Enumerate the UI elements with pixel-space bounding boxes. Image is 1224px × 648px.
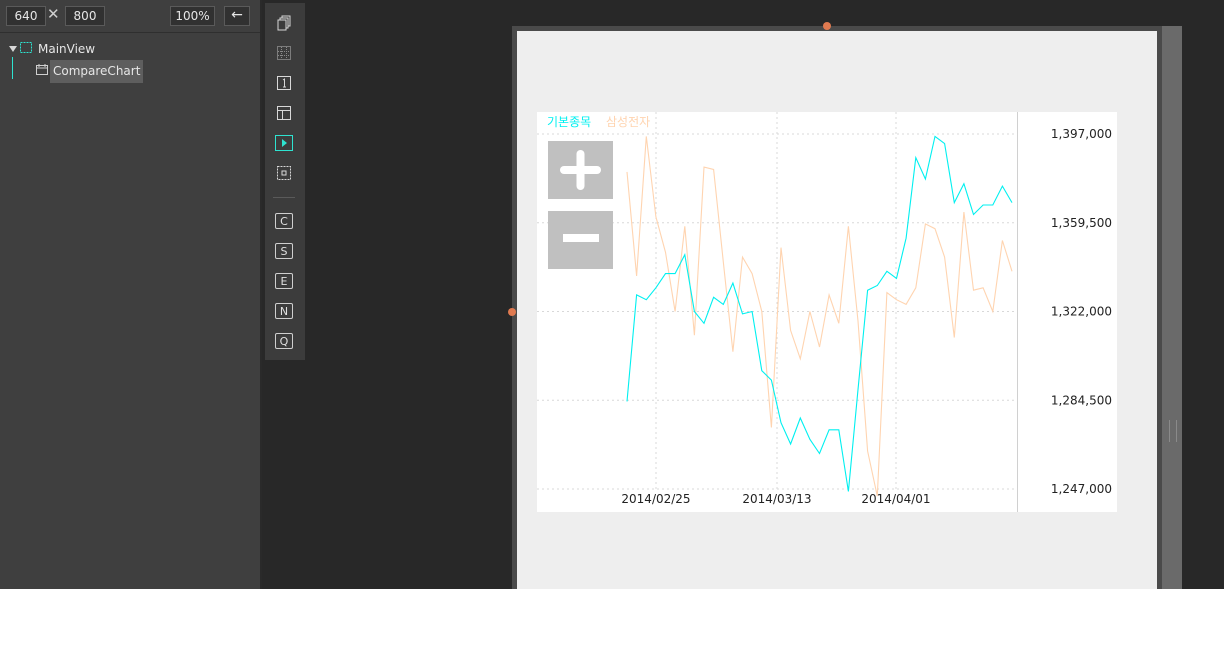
play-icon[interactable]	[275, 135, 293, 151]
scroll-grip-icon[interactable]	[1169, 420, 1177, 442]
y-tick-label: 1,284,500	[1051, 393, 1112, 407]
tree-connector	[12, 57, 13, 79]
y-tick-label: 1,359,500	[1051, 216, 1112, 230]
resize-handle-left[interactable]	[508, 308, 516, 316]
tool-strip: C S E N Q	[265, 3, 305, 360]
layers-icon[interactable]	[275, 15, 293, 31]
number-one-icon[interactable]	[275, 75, 293, 91]
back-button[interactable]: ←	[224, 6, 250, 26]
y-tick-label: 1,397,000	[1051, 127, 1112, 141]
times-sign: ✕	[47, 5, 60, 23]
minus-icon	[563, 234, 599, 242]
view-icon	[20, 42, 32, 53]
outline-panel: 640 ✕ 800 100% ← MainView CompareChart	[0, 0, 262, 589]
tool-e-button[interactable]: E	[275, 273, 293, 289]
tool-s-button[interactable]: S	[275, 243, 293, 259]
tree-item-mainview[interactable]: MainView	[38, 42, 95, 56]
series-line-base	[626, 135, 1013, 492]
height-input[interactable]: 800	[65, 6, 105, 26]
editor-app: 640 ✕ 800 100% ← MainView CompareChart C…	[0, 0, 1224, 589]
vertical-scrollbar[interactable]	[1162, 26, 1182, 589]
collapse-arrow-icon[interactable]	[9, 46, 17, 52]
tool-q-button[interactable]: Q	[275, 333, 293, 349]
x-tick-label: 2014/04/01	[861, 492, 930, 506]
width-input[interactable]: 640	[6, 6, 46, 26]
x-tick-label: 2014/03/13	[742, 492, 811, 506]
y-tick-label: 1,247,000	[1051, 482, 1112, 496]
toolbar-divider	[273, 197, 295, 198]
legend-compare-label: 삼성전자	[606, 115, 650, 129]
tree-item-label: MainView	[38, 42, 96, 56]
legend-base-label: 기본종목	[547, 115, 591, 129]
x-tick-label: 2014/02/25	[621, 492, 690, 506]
plus-icon	[560, 150, 601, 190]
tool-n-button[interactable]: N	[275, 303, 293, 319]
layout-icon[interactable]	[275, 105, 293, 121]
chart-svg: 1,397,000 1,359,500 1,322,000 1,284,500 1,24…	[537, 112, 1112, 512]
back-arrow-icon: ←	[231, 7, 243, 23]
size-toolbar: 640 ✕ 800 100% ←	[0, 0, 260, 33]
zoom-out-button[interactable]	[548, 211, 613, 269]
chart-component-icon	[36, 64, 48, 75]
resize-handle-top[interactable]	[823, 22, 831, 30]
select-box-icon[interactable]	[275, 165, 293, 181]
zoom-input[interactable]: 100%	[170, 6, 215, 26]
tree-item-label: CompareChart	[53, 64, 141, 78]
tool-c-button[interactable]: C	[275, 213, 293, 229]
zoom-in-button[interactable]	[548, 141, 613, 199]
y-tick-label: 1,322,000	[1051, 305, 1112, 319]
tree-item-comparechart[interactable]: CompareChart	[50, 60, 144, 83]
compare-chart[interactable]: 1,397,000 1,359,500 1,322,000 1,284,500 1,24…	[537, 112, 1117, 512]
grid-icon[interactable]	[275, 45, 293, 61]
series-line-compare	[626, 136, 1013, 497]
